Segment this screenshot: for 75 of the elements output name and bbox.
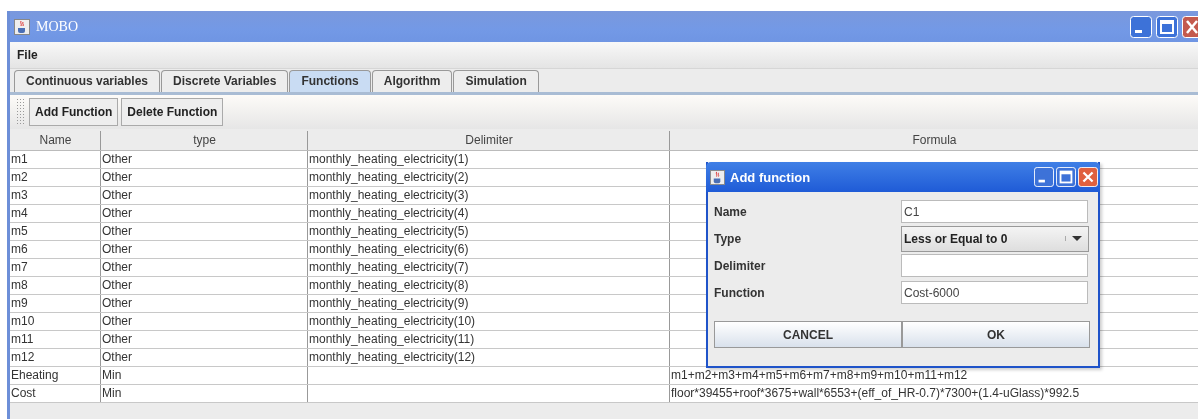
table-cell-text: m1+m2+m3+m4+m5+m6+m7+m8+m9+m10+m11+m12 <box>670 367 969 384</box>
table-cell-text: floor*39455+roof*3675+wall*6553+(eff_of_HR-0.7)*7300+(1.4-uGlass)*992.5 <box>670 385 1081 402</box>
table-cell: m3 <box>10 187 101 204</box>
table-cell: monthly_heating_electricity(1) <box>308 151 670 168</box>
tab[interactable]: Simulation <box>453 70 539 92</box>
tab[interactable]: Algorithm <box>371 70 453 92</box>
table-cell: monthly_heating_electricity(6) <box>308 241 670 258</box>
table-cell: Cost <box>10 385 101 402</box>
input-field[interactable]: C1 <box>901 200 1088 223</box>
table-cell: monthly_heating_electricity(12) <box>308 349 670 366</box>
close-button[interactable] <box>1078 167 1098 187</box>
tab[interactable]: Functions <box>289 70 371 92</box>
toolbar-button[interactable]: Delete Function <box>121 98 224 126</box>
table-cell: Other <box>101 223 308 240</box>
minimize-button[interactable] <box>1034 167 1054 187</box>
field-label: Name <box>714 204 748 219</box>
table-cell: m8 <box>10 277 101 294</box>
table-cell: Other <box>101 313 308 330</box>
column-header[interactable]: Name <box>10 131 101 150</box>
menu-item[interactable]: File <box>10 48 44 62</box>
minimize-button[interactable] <box>1130 15 1152 38</box>
table-cell: Other <box>101 277 308 294</box>
tab[interactable]: Continuous variables <box>14 70 161 92</box>
table-cell: m4 <box>10 205 101 222</box>
table-cell: monthly_heating_electricity(9) <box>308 295 670 312</box>
dialog-title: Add function <box>730 169 811 185</box>
input-field[interactable] <box>901 254 1088 277</box>
table-cell: monthly_heating_electricity(7) <box>308 259 670 276</box>
table-cell: Other <box>101 205 308 222</box>
table-cell: monthly_heating_electricity(2) <box>308 169 670 186</box>
table-cell: Other <box>101 259 308 276</box>
table-cell: monthly_heating_electricity(5) <box>308 223 670 240</box>
dialog-button[interactable]: CANCEL <box>714 321 902 348</box>
column-header[interactable]: type <box>101 131 308 150</box>
table-cell: m5 <box>10 223 101 240</box>
table-cell: m2 <box>10 169 101 186</box>
column-header[interactable]: Delimiter <box>308 131 670 150</box>
dialog-button[interactable]: OK <box>902 321 1090 348</box>
table-cell: monthly_heating_electricity(11) <box>308 331 670 348</box>
table-cell: m7 <box>10 259 101 276</box>
field-label: Function <box>714 285 766 300</box>
table-cell: m9 <box>10 295 101 312</box>
column-header[interactable]: Formula <box>670 131 1198 150</box>
table-cell: Other <box>101 187 308 204</box>
coffee-cup-icon <box>14 18 30 35</box>
table-cell: monthly_heating_electricity(10) <box>308 313 670 330</box>
table-cell: Eheating <box>10 367 101 384</box>
table-cell: monthly_heating_electricity(8) <box>308 277 670 294</box>
table-cell: m10 <box>10 313 101 330</box>
table-cell: Other <box>101 169 308 186</box>
window-title: MOBO <box>36 18 78 35</box>
coffee-cup-icon <box>710 169 725 185</box>
table-cell: Min <box>101 385 308 402</box>
dropdown[interactable]: Less or Equal to 0 <box>901 225 1089 252</box>
toolbar-grip[interactable] <box>16 98 26 126</box>
table-cell: Other <box>101 331 308 348</box>
table-cell: Other <box>101 295 308 312</box>
toolbar-button[interactable]: Add Function <box>29 98 119 126</box>
table-cell: monthly_heating_electricity(3) <box>308 187 670 204</box>
table-cell: Min <box>101 367 308 384</box>
table-cell: Other <box>101 349 308 366</box>
table-cell: m1 <box>10 151 101 168</box>
table-cell: monthly_heating_electricity(4) <box>308 205 670 222</box>
table-cell: m11 <box>10 331 101 348</box>
table-cell: Other <box>101 241 308 258</box>
tab[interactable]: Discrete Variables <box>161 70 289 92</box>
maximize-button[interactable] <box>1156 15 1178 38</box>
table-cell: Other <box>101 151 308 168</box>
table-cell: m6 <box>10 241 101 258</box>
field-label: Type <box>714 231 743 246</box>
field-label: Delimiter <box>714 258 767 273</box>
input-field[interactable]: Cost-6000 <box>901 281 1088 304</box>
table-cell: m12 <box>10 349 101 366</box>
close-button[interactable] <box>1182 15 1198 38</box>
maximize-button[interactable] <box>1056 167 1076 187</box>
